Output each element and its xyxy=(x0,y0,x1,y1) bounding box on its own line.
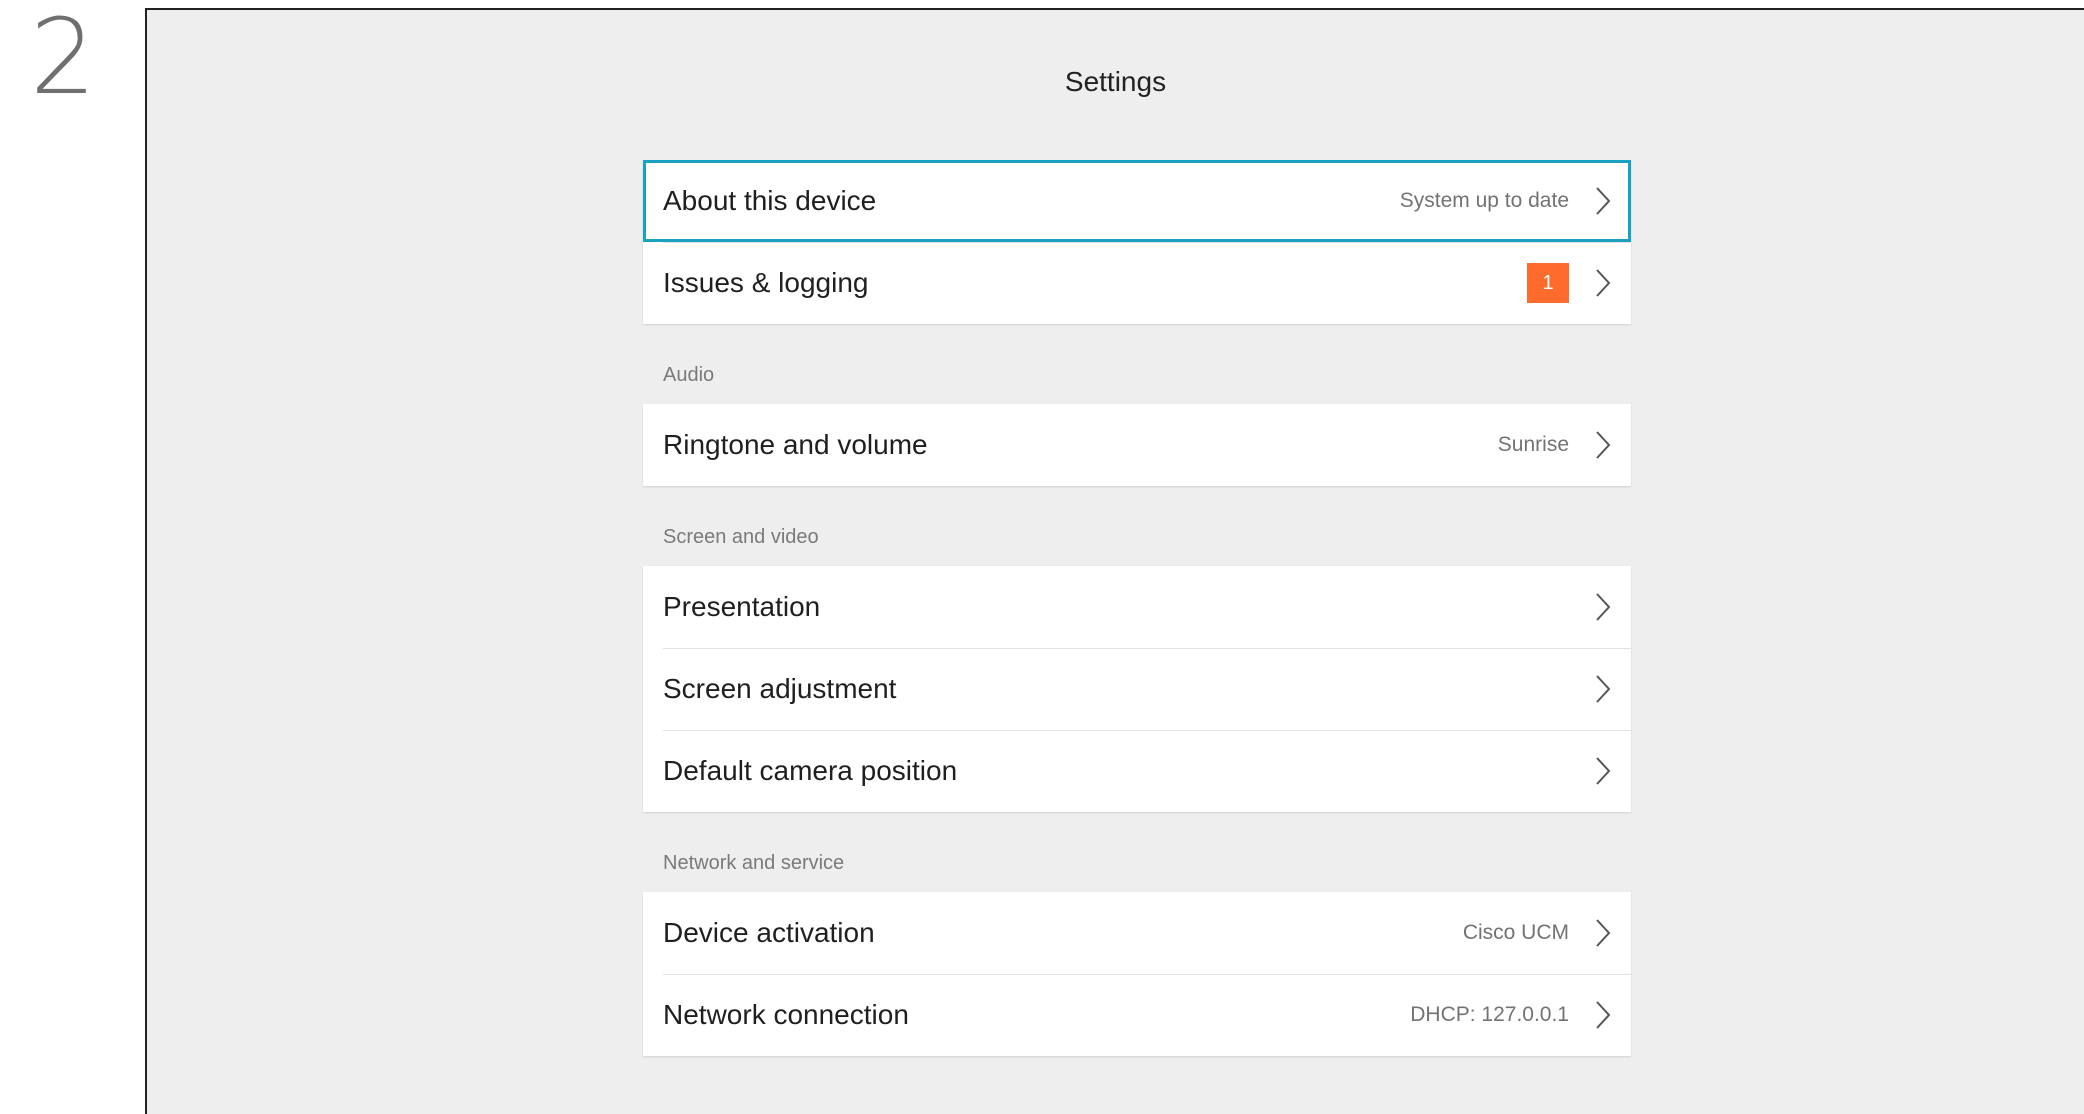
general-group: About this device System up to date Issu… xyxy=(643,160,1631,324)
screen-video-group: Presentation Screen adjustment Default c… xyxy=(643,566,1631,812)
settings-screen: Settings About this device System up to … xyxy=(145,8,2084,1114)
item-label: Ringtone and volume xyxy=(663,429,928,460)
item-value: Cisco UCM xyxy=(1462,921,1569,944)
chevron-right-icon xyxy=(1595,1000,1611,1030)
section-header-audio: Audio xyxy=(663,364,715,386)
item-value: DHCP: 127.0.0.1 xyxy=(1410,1003,1569,1026)
item-label: Device activation xyxy=(663,917,875,948)
chevron-right-icon xyxy=(1595,918,1611,948)
chevron-right-icon xyxy=(1595,756,1611,786)
default-camera-position-item[interactable]: Default camera position xyxy=(643,730,1631,812)
chevron-right-icon xyxy=(1595,186,1611,216)
issue-count-badge: 1 xyxy=(1527,263,1569,303)
device-activation-item[interactable]: Device activation Cisco UCM xyxy=(643,892,1631,974)
chevron-right-icon xyxy=(1595,674,1611,704)
ringtone-volume-item[interactable]: Ringtone and volume Sunrise xyxy=(643,404,1631,486)
chevron-right-icon xyxy=(1595,430,1611,460)
presentation-item[interactable]: Presentation xyxy=(643,566,1631,648)
audio-group: Ringtone and volume Sunrise xyxy=(643,404,1631,486)
chevron-right-icon xyxy=(1595,592,1611,622)
item-label: Issues & logging xyxy=(663,267,869,298)
step-number: 2 xyxy=(30,0,97,118)
section-header-screen-video: Screen and video xyxy=(663,526,819,548)
item-label: Screen adjustment xyxy=(663,673,897,704)
network-group: Device activation Cisco UCM Network conn… xyxy=(643,892,1631,1056)
screen-adjustment-item[interactable]: Screen adjustment xyxy=(643,648,1631,730)
item-label: Network connection xyxy=(663,999,909,1030)
settings-list: About this device System up to date Issu… xyxy=(643,160,1631,1056)
item-label: Presentation xyxy=(663,591,821,622)
issues-logging-item[interactable]: Issues & logging 1 xyxy=(643,242,1631,324)
item-label: Default camera position xyxy=(663,755,958,786)
item-value: Sunrise xyxy=(1497,433,1569,456)
network-connection-item[interactable]: Network connection DHCP: 127.0.0.1 xyxy=(643,974,1631,1056)
section-header-network: Network and service xyxy=(663,852,845,874)
item-value: System up to date xyxy=(1399,189,1569,212)
page-title: Settings xyxy=(1064,66,1167,97)
about-this-device-item[interactable]: About this device System up to date xyxy=(643,160,1631,242)
item-label: About this device xyxy=(663,185,877,216)
chevron-right-icon xyxy=(1595,268,1611,298)
